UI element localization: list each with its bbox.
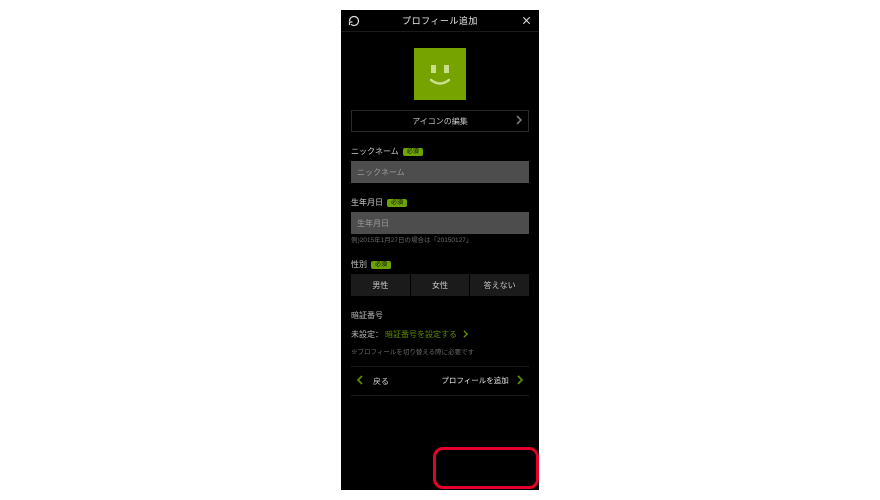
edit-icon-label: アイコンの編集: [412, 116, 468, 127]
back-button[interactable]: 戻る: [351, 367, 431, 395]
add-profile-label: プロフィールを追加: [441, 377, 508, 385]
add-profile-button[interactable]: プロフィールを追加: [431, 367, 529, 395]
chevron-right-icon: [517, 375, 523, 387]
nickname-field: ニックネーム 必須: [351, 146, 529, 183]
birthday-input[interactable]: [351, 212, 529, 234]
footer-actions: 戻る プロフィールを追加: [351, 366, 529, 396]
close-icon[interactable]: [519, 14, 533, 28]
gender-option-noanswer[interactable]: 答えない: [470, 274, 529, 296]
back-label: 戻る: [373, 376, 389, 387]
chevron-left-icon: [357, 375, 363, 387]
profile-add-screen: プロフィール追加 アイコンの編集: [341, 10, 539, 490]
birthday-hint: 例)2015年1月27日の場合は「20150127」: [351, 237, 529, 245]
birthday-field: 生年月日 必須 例)2015年1月27日の場合は「20150127」: [351, 197, 529, 245]
chevron-right-icon: [516, 115, 522, 127]
nickname-label: ニックネーム: [351, 146, 399, 157]
gender-label: 性別: [351, 259, 367, 270]
chevron-right-icon: [463, 330, 468, 340]
gender-option-female[interactable]: 女性: [411, 274, 471, 296]
page-title: プロフィール追加: [361, 14, 519, 27]
pin-note: ※プロフィールを切り替える際に必要です: [351, 346, 529, 356]
birthday-label: 生年月日: [351, 197, 383, 208]
required-badge: 必須: [371, 261, 391, 269]
pin-section: 暗証番号 未設定：暗証番号を設定する ※プロフィールを切り替える際に必要です: [351, 310, 529, 356]
gender-segmented: 男性 女性 答えない: [351, 274, 529, 296]
pin-label: 暗証番号: [351, 310, 529, 321]
pin-set-link[interactable]: 暗証番号を設定する: [385, 330, 457, 339]
avatar: [414, 48, 466, 100]
gender-option-male[interactable]: 男性: [351, 274, 411, 296]
required-badge: 必須: [387, 199, 407, 207]
refresh-icon[interactable]: [347, 14, 361, 28]
pin-unset-prefix: 未設定：: [351, 330, 383, 339]
edit-icon-button[interactable]: アイコンの編集: [351, 110, 529, 132]
avatar-wrap: [351, 48, 529, 100]
gender-field: 性別 必須 男性 女性 答えない: [351, 259, 529, 296]
nickname-input[interactable]: [351, 161, 529, 183]
highlight-ring: [433, 447, 539, 489]
required-badge: 必須: [403, 148, 423, 156]
header-bar: プロフィール追加: [341, 10, 539, 32]
